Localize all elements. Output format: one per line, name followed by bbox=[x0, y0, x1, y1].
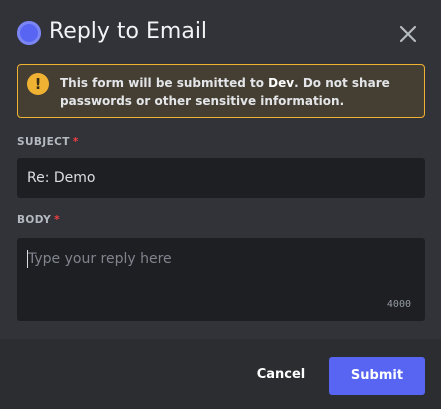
required-marker: * bbox=[72, 136, 79, 148]
warning-app-name: Dev bbox=[268, 76, 295, 90]
warning-text-prefix: This form will be submitted to bbox=[60, 76, 269, 90]
exclamation-icon: ! bbox=[27, 73, 49, 95]
body-textarea[interactable]: Type your reply here 4000 bbox=[17, 238, 425, 321]
modal-title: Reply to Email bbox=[49, 19, 208, 44]
char-counter: 4000 bbox=[386, 299, 411, 310]
subject-input[interactable]: Re: Demo bbox=[17, 158, 425, 198]
subject-label: SUBJECT * bbox=[17, 136, 79, 148]
modal-footer: Cancel Submit bbox=[0, 339, 441, 409]
reply-modal: Reply to Email ! This form will be submi… bbox=[0, 0, 441, 409]
modal-header: Reply to Email bbox=[0, 0, 441, 62]
subject-label-text: SUBJECT bbox=[17, 136, 70, 148]
app-avatar-icon bbox=[17, 21, 41, 45]
submit-button[interactable]: Submit bbox=[329, 357, 425, 395]
cancel-button[interactable]: Cancel bbox=[245, 357, 317, 393]
body-label: BODY * bbox=[17, 214, 60, 226]
close-icon bbox=[399, 25, 417, 43]
warning-text: This form will be submitted to Dev. Do n… bbox=[60, 74, 410, 110]
warning-banner: ! This form will be submitted to Dev. Do… bbox=[17, 64, 425, 118]
body-label-text: BODY bbox=[17, 214, 52, 226]
body-placeholder: Type your reply here bbox=[28, 251, 172, 267]
close-button[interactable] bbox=[396, 22, 420, 46]
required-marker: * bbox=[54, 214, 60, 226]
